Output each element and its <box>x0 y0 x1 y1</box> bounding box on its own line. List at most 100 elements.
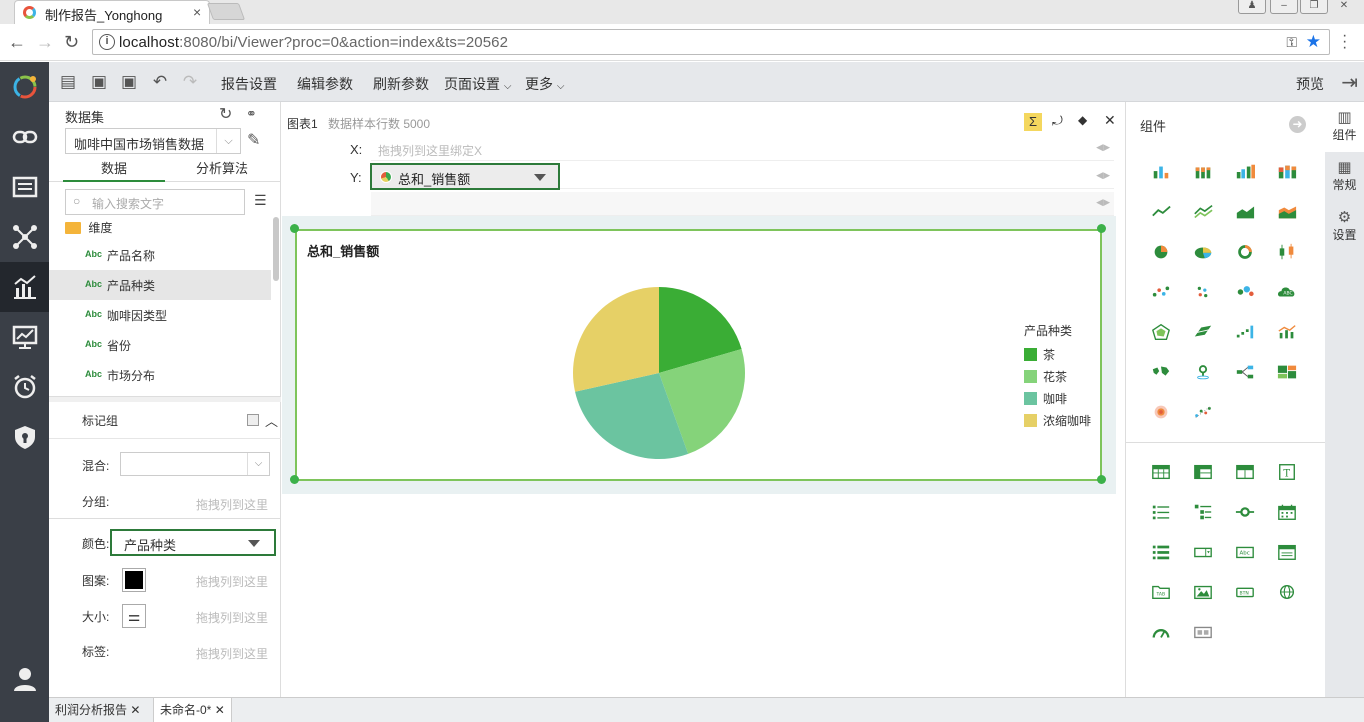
stacked-bar2-icon[interactable] <box>1274 162 1300 182</box>
pattern-swatch[interactable] <box>122 568 146 592</box>
word-cloud-icon[interactable]: ABC <box>1274 282 1300 302</box>
tab-settings[interactable]: ⚙ 设置 <box>1325 202 1364 252</box>
field-item[interactable]: Abc 市场分布 <box>49 360 271 390</box>
tree-menu-icon[interactable]: ☰ <box>254 192 267 209</box>
folder-component-icon[interactable]: TAB <box>1148 582 1174 602</box>
more-button[interactable]: 更多 ⌵ <box>525 74 564 94</box>
slider-icon[interactable] <box>1232 502 1258 522</box>
swap-axis-icon[interactable]: ⤾ <box>1052 113 1063 129</box>
back-icon[interactable]: ← <box>8 32 26 53</box>
table-icon[interactable] <box>1148 462 1174 482</box>
pattern-drop-zone[interactable]: 拖拽列到这里 <box>196 573 268 590</box>
report-tab-active[interactable]: 未命名-0* ✕ <box>153 698 232 722</box>
x-drop-zone[interactable]: 拖拽列到这里绑定X ◀▶ <box>371 137 1114 161</box>
collapse-up-icon[interactable]: ︿ <box>265 411 278 430</box>
tree-scrollbar[interactable] <box>273 217 279 281</box>
close-icon[interactable]: ✕ <box>130 703 140 717</box>
calendar-icon[interactable] <box>1274 502 1300 522</box>
crosstab-icon[interactable] <box>1190 462 1216 482</box>
tab-algorithm[interactable]: 分析算法 <box>171 158 273 182</box>
area-chart-icon[interactable] <box>1232 202 1258 222</box>
create-report-icon[interactable] <box>0 262 49 312</box>
new-report-icon[interactable]: ▤ <box>58 72 78 92</box>
edit-params-button[interactable]: 编辑参数 <box>297 74 353 94</box>
donut-icon[interactable] <box>1232 242 1258 262</box>
text-input-icon[interactable]: Abc <box>1232 542 1258 562</box>
field-search-input[interactable]: ○ 输入搜索文字 <box>65 189 245 215</box>
restore-icon[interactable]: ❐ <box>1300 0 1328 14</box>
chart-component[interactable]: 总和_销售额 产品种类 茶花茶 咖啡 浓缩咖啡 <box>295 229 1102 481</box>
stacked-bar-icon[interactable] <box>1190 162 1216 182</box>
arrow-right-icon[interactable]: ➜ <box>1289 116 1306 133</box>
list-bullets-icon[interactable] <box>1148 542 1174 562</box>
minimize-icon[interactable]: – <box>1270 0 1298 14</box>
dataset-select[interactable]: 咖啡中国市场销售数据 ⌵ <box>65 128 241 154</box>
pie-3d-icon[interactable] <box>1190 242 1216 262</box>
multi-line-icon[interactable] <box>1190 202 1216 222</box>
field-item[interactable]: Abc 产品名称 <box>49 240 271 270</box>
browser-menu-icon[interactable]: · · · <box>1342 28 1347 56</box>
reload-icon[interactable]: ↻ <box>64 32 79 53</box>
combo-chart-icon[interactable] <box>1274 322 1300 342</box>
save-icon[interactable]: ▣ <box>89 72 109 92</box>
scatter-icon[interactable] <box>1148 282 1174 302</box>
legend-item[interactable]: 浓缩咖啡 <box>1024 409 1091 431</box>
alarm-clock-icon[interactable] <box>0 362 49 412</box>
sum-icon[interactable]: Σ <box>1024 113 1042 131</box>
bar-chart-icon[interactable] <box>1148 162 1174 182</box>
redo-icon[interactable]: ↷ <box>180 72 200 92</box>
refresh-params-button[interactable]: 刷新参数 <box>373 74 429 94</box>
dataset-link-icon[interactable]: ⚭ <box>246 106 257 122</box>
parallel-icon[interactable] <box>1190 322 1216 342</box>
report-tab[interactable]: 利润分析报告 ✕ <box>49 698 146 722</box>
report-settings-button[interactable]: 报告设置 <box>221 74 277 94</box>
extra-drop-zone[interactable]: ◀▶ <box>371 192 1114 216</box>
report-list-icon[interactable] <box>0 162 49 212</box>
bubble-icon[interactable] <box>1232 282 1258 302</box>
bookmark-star-icon[interactable]: ★ <box>1306 32 1321 52</box>
combobox-icon[interactable] <box>1190 542 1216 562</box>
tab-general[interactable]: ▦ 常规 <box>1325 152 1364 202</box>
save-as-icon[interactable]: ▣ <box>119 72 139 92</box>
color-field-select[interactable]: 产品种类 <box>110 529 276 556</box>
resize-handle[interactable] <box>290 475 299 484</box>
scatter-line-icon[interactable] <box>1190 402 1216 422</box>
size-drop-zone[interactable]: 拖拽列到这里 <box>196 609 268 626</box>
user-profile-icon[interactable] <box>0 654 49 704</box>
page-settings-button[interactable]: 页面设置 ⌵ <box>444 74 511 94</box>
tab-close-icon[interactable]: × <box>193 4 201 20</box>
heatmap-icon[interactable] <box>1148 402 1174 422</box>
link-icon[interactable] <box>0 112 49 162</box>
resize-handle[interactable] <box>1097 224 1106 233</box>
button-icon[interactable]: BTN <box>1232 582 1258 602</box>
preview-button[interactable]: 预览 <box>1296 74 1324 94</box>
user-icon[interactable]: ♟ <box>1238 0 1266 14</box>
tree-list-icon[interactable] <box>1190 502 1216 522</box>
legend-item[interactable]: 花茶 <box>1024 365 1091 387</box>
resize-handle[interactable] <box>1097 475 1106 484</box>
y-field-pill[interactable]: 总和_销售额 <box>370 163 560 190</box>
url-input[interactable]: i localhost:8080/bi/Viewer?proc=0&action… <box>92 29 1330 55</box>
collapse-arrow-icon[interactable]: ⇥ <box>1341 70 1358 95</box>
tab-components[interactable]: ▥ 组件 <box>1325 102 1364 152</box>
dashboard-icon[interactable] <box>0 312 49 362</box>
browser-tab-active[interactable]: 制作报告_Yonghong × <box>14 0 210 25</box>
network-icon[interactable] <box>0 212 49 262</box>
refresh-icon[interactable]: ↻ <box>219 104 232 124</box>
resize-handle[interactable] <box>290 224 299 233</box>
web-icon[interactable] <box>1274 582 1300 602</box>
mix-select[interactable]: ⌵ <box>120 452 270 476</box>
boxplot-icon[interactable] <box>1274 242 1300 262</box>
gauge-icon[interactable] <box>1148 622 1174 642</box>
legend-item[interactable]: 茶 <box>1024 343 1091 365</box>
close-icon[interactable]: ✕ <box>215 703 225 717</box>
yonghong-logo-icon[interactable] <box>0 62 49 112</box>
treemap-icon[interactable] <box>1274 362 1300 382</box>
tag-drop-zone[interactable]: 拖拽列到这里 <box>196 645 268 662</box>
key-icon[interactable]: ⚿ <box>1286 34 1297 51</box>
new-tab-button[interactable] <box>206 3 246 20</box>
tab-data[interactable]: 数据 <box>63 158 165 182</box>
shield-icon[interactable] <box>0 412 49 462</box>
card-icon[interactable] <box>1190 622 1216 642</box>
forward-icon[interactable]: → <box>36 32 54 53</box>
